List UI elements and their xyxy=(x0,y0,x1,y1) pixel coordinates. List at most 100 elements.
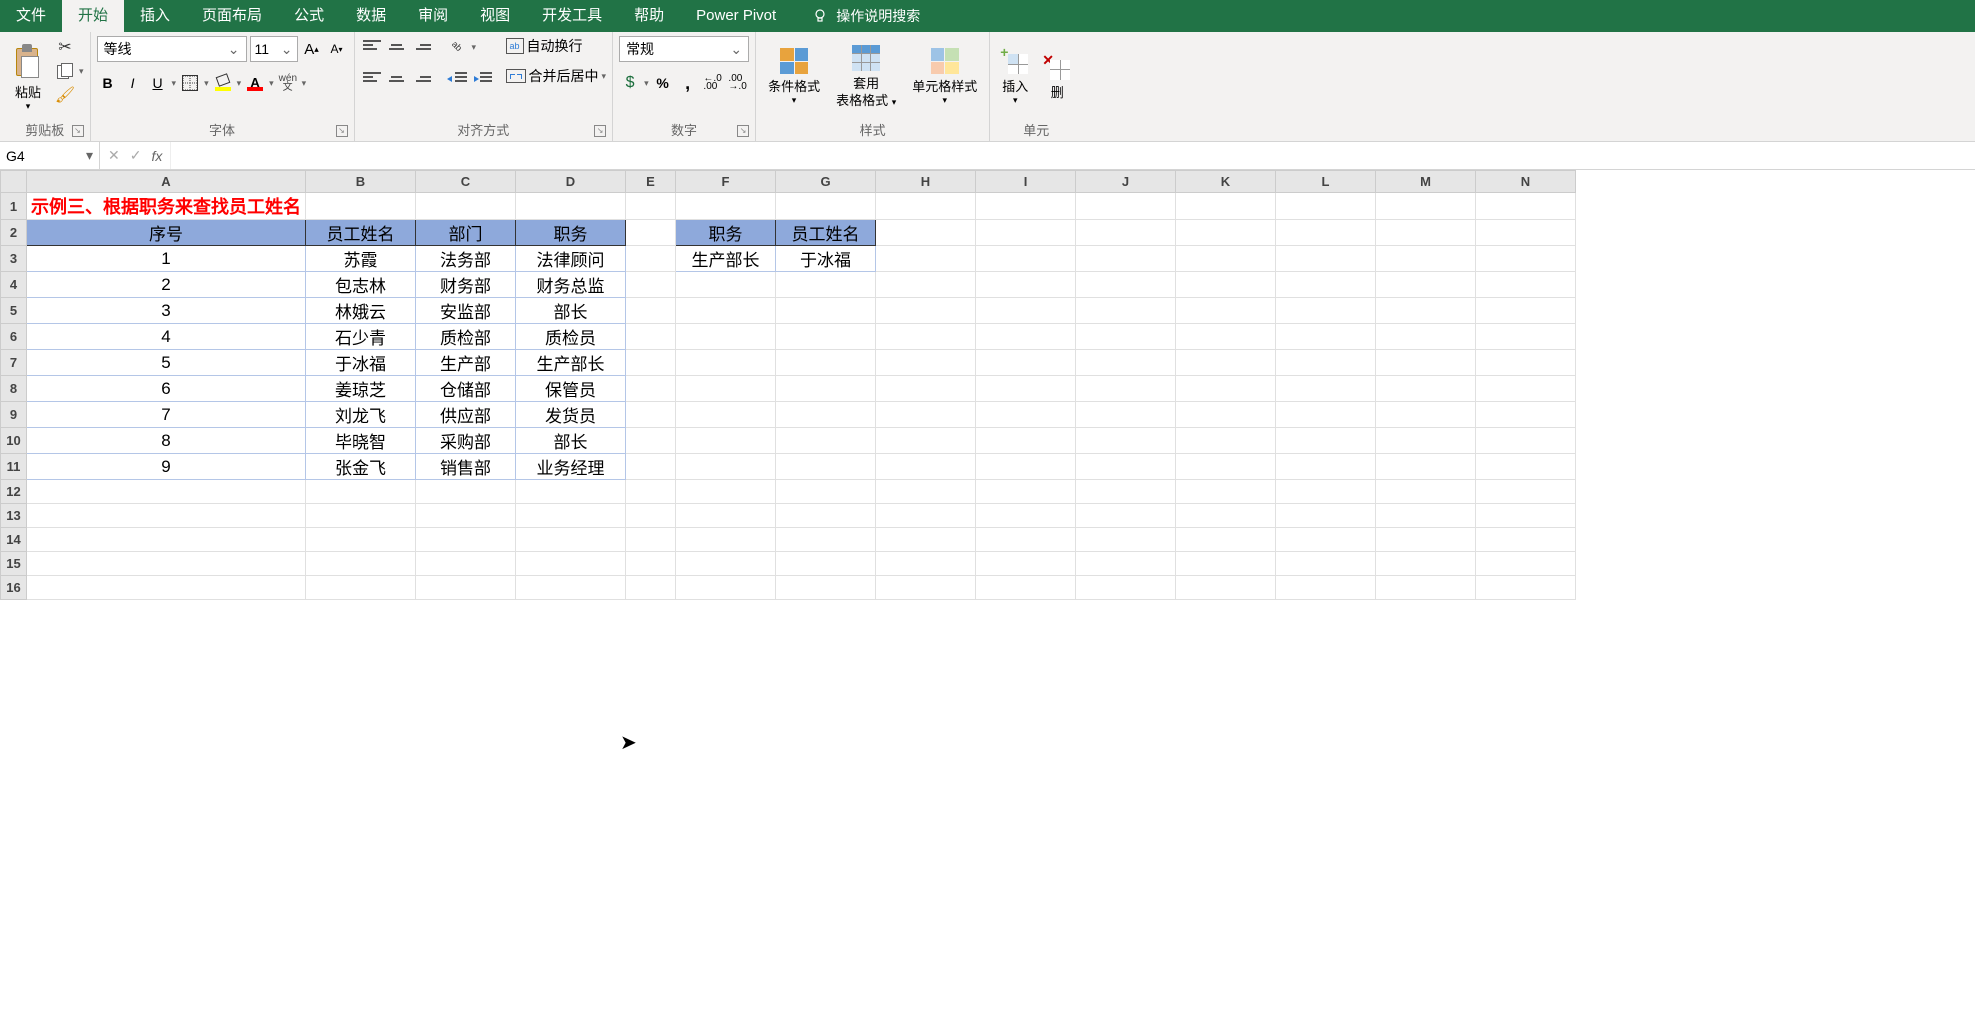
cell-L7[interactable] xyxy=(1276,350,1376,376)
cell-E2[interactable] xyxy=(626,220,676,246)
cell-K9[interactable] xyxy=(1176,402,1276,428)
cell-L10[interactable] xyxy=(1276,428,1376,454)
cell-N4[interactable] xyxy=(1476,272,1576,298)
cell-E1[interactable] xyxy=(626,193,676,220)
column-header-J[interactable]: J xyxy=(1076,171,1176,193)
cell-L3[interactable] xyxy=(1276,246,1376,272)
cell-I10[interactable] xyxy=(976,428,1076,454)
tab-file[interactable]: 文件 xyxy=(0,0,62,32)
cell-N11[interactable] xyxy=(1476,454,1576,480)
cell-D16[interactable] xyxy=(516,576,626,600)
cell-G6[interactable] xyxy=(776,324,876,350)
cell-I16[interactable] xyxy=(976,576,1076,600)
row-header-12[interactable]: 12 xyxy=(1,480,27,504)
cell-A13[interactable] xyxy=(27,504,306,528)
cell-B13[interactable] xyxy=(306,504,416,528)
cell-K12[interactable] xyxy=(1176,480,1276,504)
cell-A12[interactable] xyxy=(27,480,306,504)
row-header-4[interactable]: 4 xyxy=(1,272,27,298)
cell-B10[interactable]: 毕晓智 xyxy=(306,428,416,454)
cell-M14[interactable] xyxy=(1376,528,1476,552)
dropdown-icon[interactable]: ▾ xyxy=(269,78,274,89)
cell-A15[interactable] xyxy=(27,552,306,576)
cell-A7[interactable]: 5 xyxy=(27,350,306,376)
cell-D11[interactable]: 业务经理 xyxy=(516,454,626,480)
cell-L16[interactable] xyxy=(1276,576,1376,600)
cell-H16[interactable] xyxy=(876,576,976,600)
insert-function-button[interactable]: fx xyxy=(151,148,162,164)
cell-N1[interactable] xyxy=(1476,193,1576,220)
cell-C6[interactable]: 质检部 xyxy=(416,324,516,350)
cell-M9[interactable] xyxy=(1376,402,1476,428)
cell-N6[interactable] xyxy=(1476,324,1576,350)
cell-H3[interactable] xyxy=(876,246,976,272)
column-header-E[interactable]: E xyxy=(626,171,676,193)
dropdown-icon[interactable]: ▾ xyxy=(472,42,477,53)
decrease-decimal-button[interactable]: .00→.0 xyxy=(727,72,749,94)
cell-G4[interactable] xyxy=(776,272,876,298)
column-header-A[interactable]: A xyxy=(27,171,306,193)
wrap-text-button[interactable]: ab 自动换行 xyxy=(506,36,607,56)
cell-A2[interactable]: 序号 xyxy=(27,220,306,246)
cell-B14[interactable] xyxy=(306,528,416,552)
cell-K3[interactable] xyxy=(1176,246,1276,272)
cell-E6[interactable] xyxy=(626,324,676,350)
fill-color-button[interactable] xyxy=(212,72,234,94)
cell-I3[interactable] xyxy=(976,246,1076,272)
cell-M5[interactable] xyxy=(1376,298,1476,324)
cell-G5[interactable] xyxy=(776,298,876,324)
cell-M15[interactable] xyxy=(1376,552,1476,576)
cell-B3[interactable]: 苏霞 xyxy=(306,246,416,272)
cell-N8[interactable] xyxy=(1476,376,1576,402)
cell-D5[interactable]: 部长 xyxy=(516,298,626,324)
cell-G3[interactable]: 于冰福 xyxy=(776,246,876,272)
cut-button[interactable]: ✂ xyxy=(54,36,76,58)
cell-F5[interactable] xyxy=(676,298,776,324)
format-as-table-button[interactable]: 套用 表格格式 ▾ xyxy=(830,36,902,118)
row-header-1[interactable]: 1 xyxy=(1,193,27,220)
cell-L5[interactable] xyxy=(1276,298,1376,324)
cell-C10[interactable]: 采购部 xyxy=(416,428,516,454)
cell-J12[interactable] xyxy=(1076,480,1176,504)
increase-indent-button[interactable] xyxy=(472,68,494,90)
cell-F7[interactable] xyxy=(676,350,776,376)
cell-J10[interactable] xyxy=(1076,428,1176,454)
dropdown-icon[interactable]: ▾ xyxy=(302,78,307,89)
cell-C14[interactable] xyxy=(416,528,516,552)
copy-button[interactable] xyxy=(54,60,76,82)
cell-I2[interactable] xyxy=(976,220,1076,246)
cell-H15[interactable] xyxy=(876,552,976,576)
cell-H9[interactable] xyxy=(876,402,976,428)
row-header-10[interactable]: 10 xyxy=(1,428,27,454)
cell-F2[interactable]: 职务 xyxy=(676,220,776,246)
cancel-formula-button[interactable]: ✕ xyxy=(108,147,120,164)
cell-B2[interactable]: 员工姓名 xyxy=(306,220,416,246)
cell-M2[interactable] xyxy=(1376,220,1476,246)
cell-I15[interactable] xyxy=(976,552,1076,576)
cell-J8[interactable] xyxy=(1076,376,1176,402)
cell-B8[interactable]: 姜琼芝 xyxy=(306,376,416,402)
cell-D7[interactable]: 生产部长 xyxy=(516,350,626,376)
cell-K13[interactable] xyxy=(1176,504,1276,528)
cell-L9[interactable] xyxy=(1276,402,1376,428)
cell-A4[interactable]: 2 xyxy=(27,272,306,298)
delete-cells-button[interactable]: ✕ 删 xyxy=(1038,36,1076,118)
percent-button[interactable]: % xyxy=(652,72,674,94)
cell-M4[interactable] xyxy=(1376,272,1476,298)
cell-L2[interactable] xyxy=(1276,220,1376,246)
cell-A10[interactable]: 8 xyxy=(27,428,306,454)
tab-formulas[interactable]: 公式 xyxy=(278,0,340,32)
cell-K7[interactable] xyxy=(1176,350,1276,376)
row-header-16[interactable]: 16 xyxy=(1,576,27,600)
row-header-7[interactable]: 7 xyxy=(1,350,27,376)
tab-help[interactable]: 帮助 xyxy=(618,0,680,32)
align-right-button[interactable] xyxy=(411,68,433,90)
phonetic-button[interactable]: wén文 xyxy=(277,72,299,94)
cell-K10[interactable] xyxy=(1176,428,1276,454)
cell-C3[interactable]: 法务部 xyxy=(416,246,516,272)
cell-G11[interactable] xyxy=(776,454,876,480)
insert-cells-button[interactable]: + 插入 ▾ xyxy=(996,36,1034,118)
cell-G7[interactable] xyxy=(776,350,876,376)
cell-K6[interactable] xyxy=(1176,324,1276,350)
cell-G10[interactable] xyxy=(776,428,876,454)
